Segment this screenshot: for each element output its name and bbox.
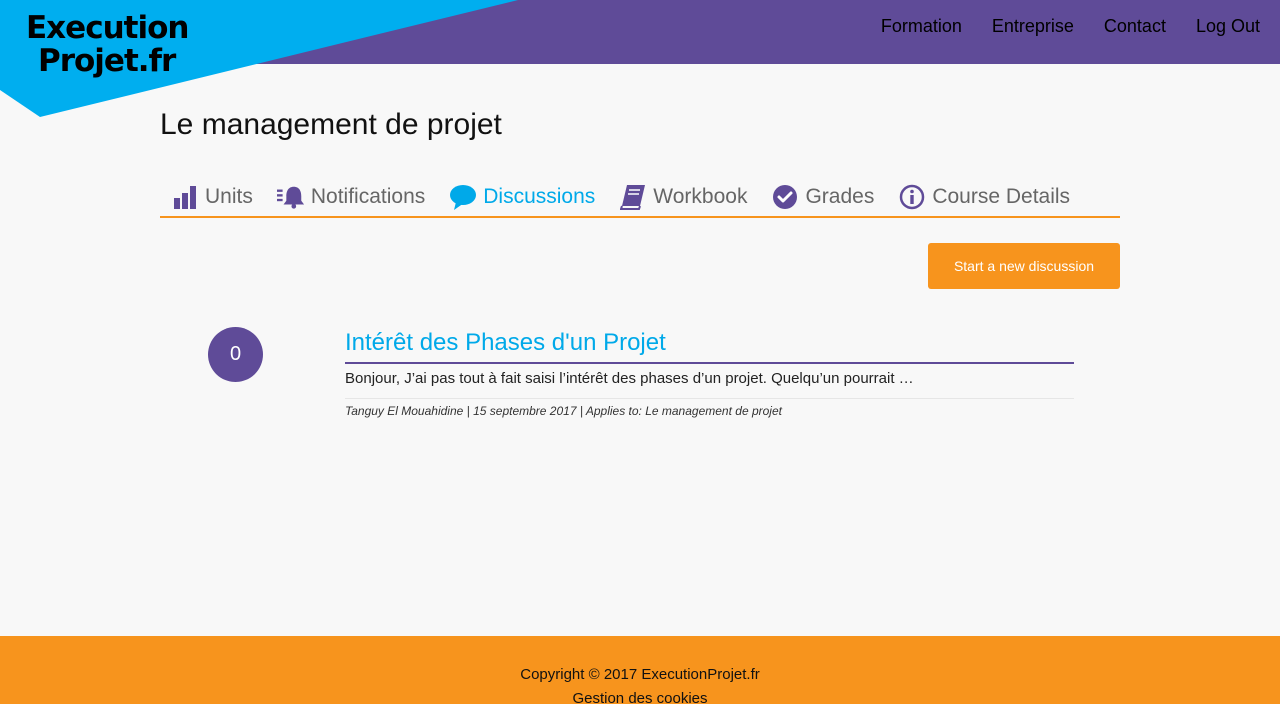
- tab-label: Grades: [805, 185, 875, 208]
- tab-workbook[interactable]: Workbook: [619, 180, 747, 214]
- info-icon: [898, 183, 926, 211]
- tab-label: Notifications: [310, 185, 426, 208]
- logo-line-1: Execution: [26, 10, 189, 46]
- logo-line-2: Projet.fr: [38, 43, 176, 79]
- nav-entreprise[interactable]: Entreprise: [992, 14, 1074, 38]
- tab-label: Course Details: [932, 185, 1071, 208]
- tab-grades[interactable]: Grades: [771, 180, 874, 214]
- discussion-excerpt: Bonjour, J’ai pas tout à fait saisi l’in…: [345, 370, 1074, 399]
- tab-notifications[interactable]: Notifications: [276, 180, 426, 214]
- check-circle-icon: [771, 183, 799, 211]
- reply-count-badge: 0: [208, 327, 263, 382]
- tab-label: Discussions: [483, 185, 596, 208]
- discussion-meta: Tanguy El Mouahidine | 15 septembre 2017…: [345, 404, 782, 418]
- discussion-item: Intérêt des Phases d'un Projet Bonjour, …: [345, 328, 1074, 418]
- book-icon: [619, 183, 647, 211]
- site-footer: Copyright © 2017 ExecutionProjet.fr Gest…: [0, 636, 1280, 704]
- nav-contact[interactable]: Contact: [1104, 14, 1166, 38]
- copyright-text: Copyright © 2017 ExecutionProjet.fr: [520, 666, 760, 683]
- tab-label: Units: [205, 185, 253, 208]
- bell-icon: [276, 183, 305, 211]
- tab-course-details[interactable]: Course Details: [898, 180, 1070, 214]
- tab-label: Workbook: [653, 185, 748, 208]
- tab-discussions[interactable]: Discussions: [449, 180, 595, 214]
- page-title: Le management de projet: [160, 108, 502, 141]
- bar-chart-icon: [171, 183, 199, 211]
- nav-logout[interactable]: Log Out: [1196, 14, 1260, 38]
- nav-formation[interactable]: Formation: [881, 14, 962, 38]
- cookie-settings-link[interactable]: Gestion des cookies: [0, 690, 1280, 704]
- main-nav: Formation Entreprise Contact Log Out: [851, 14, 1260, 38]
- course-tabs: Units Notifications Discussions Workbook…: [160, 180, 1120, 218]
- speech-bubble-icon: [449, 183, 477, 211]
- start-new-discussion-button[interactable]: Start a new discussion: [928, 243, 1120, 289]
- tab-units[interactable]: Units: [171, 180, 253, 214]
- discussion-title-link[interactable]: Intérêt des Phases d'un Projet: [345, 328, 1074, 364]
- site-logo[interactable]: Execution Projet.fr: [26, 12, 206, 82]
